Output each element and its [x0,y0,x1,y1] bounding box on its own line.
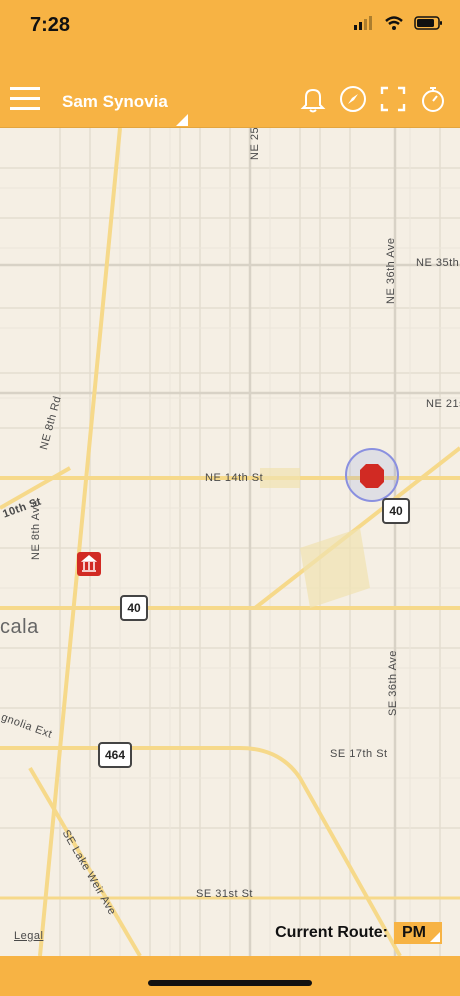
highway-shield: 40 [120,595,148,621]
street-label: NE 35th [416,257,460,269]
compass-icon[interactable] [338,84,368,114]
legal-link[interactable]: Legal [14,930,43,942]
map-view[interactable]: 40 40 464 NE 25 NE 36th Ave NE 35th NE 2… [0,128,460,956]
home-indicator[interactable] [148,980,312,986]
city-label: cala [0,616,39,638]
street-label: NE 8th Ave [30,500,42,560]
route-select[interactable]: PM [394,922,442,944]
street-label: NE 36th Ave [385,237,397,304]
status-bar: 7:28 [0,0,460,54]
street-label: SE 31st St [196,888,253,900]
bell-icon[interactable] [298,84,328,114]
signal-icon [354,16,372,30]
user-name-dropdown[interactable]: Sam Synovia [62,92,168,112]
highway-shield: 40 [382,498,410,524]
status-icons [354,16,444,30]
street-label: NE 25 [249,128,261,160]
battery-icon [414,16,442,30]
fullscreen-icon[interactable] [378,84,408,114]
status-time: 7:28 [30,14,71,36]
street-label: SE 36th Ave [387,650,399,716]
hamburger-menu-icon[interactable] [10,86,40,112]
current-route-label: Current Route: [275,924,388,941]
bottom-bar [0,956,460,996]
app-header: Sam Synovia [0,54,460,128]
street-label: NE 21s [426,398,460,410]
dropdown-corner-icon [176,114,188,126]
current-route-bar: Current Route: PM [275,922,442,944]
street-label: SE 17th St [330,748,388,760]
wifi-icon [385,16,403,30]
timer-icon[interactable] [418,84,448,114]
stop-marker[interactable] [360,464,384,488]
highway-shield: 464 [98,742,132,768]
street-label: NE 14th St [205,472,264,484]
